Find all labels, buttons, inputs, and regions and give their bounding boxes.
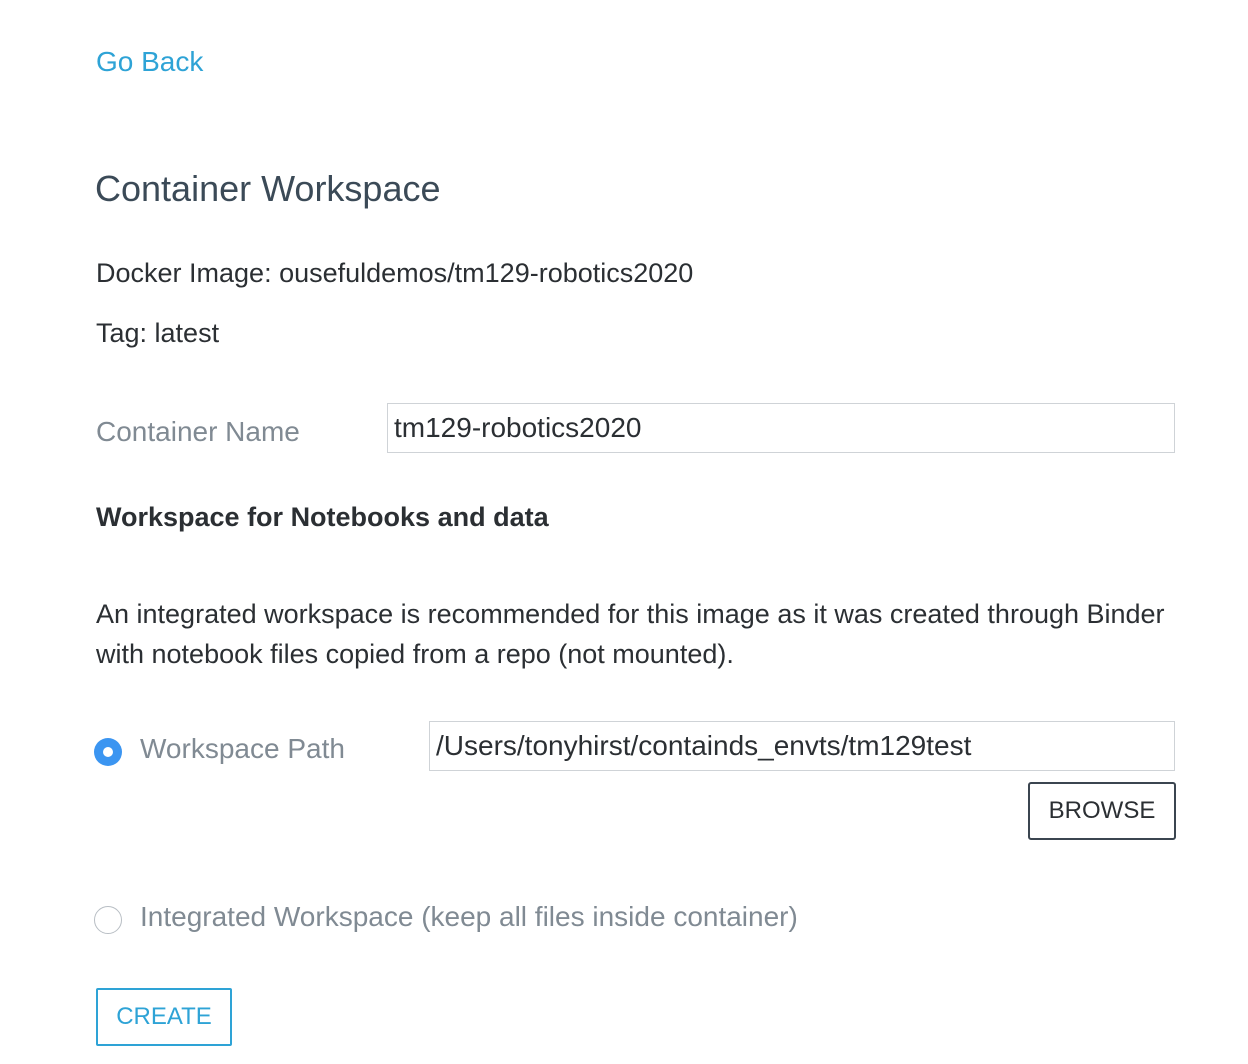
page-title: Container Workspace xyxy=(95,168,441,209)
workspace-path-input[interactable] xyxy=(429,721,1175,771)
container-name-label: Container Name xyxy=(96,416,300,447)
browse-button[interactable]: BROWSE xyxy=(1028,782,1176,840)
docker-image-info: Docker Image: ousefuldemos/tm129-robotic… xyxy=(96,258,694,288)
integrated-workspace-label: Integrated Workspace (keep all files ins… xyxy=(140,901,798,932)
tag-info: Tag: latest xyxy=(96,318,220,348)
workspace-description: An integrated workspace is recommended f… xyxy=(96,599,1165,669)
go-back-link[interactable]: Go Back xyxy=(96,46,203,78)
container-workspace-page: Go Back Container Workspace Docker Image… xyxy=(0,0,1248,1064)
integrated-workspace-radio[interactable] xyxy=(94,906,122,934)
workspace-section-heading: Workspace for Notebooks and data xyxy=(96,502,549,532)
workspace-path-radio[interactable] xyxy=(94,738,122,766)
container-name-input[interactable] xyxy=(387,403,1175,453)
workspace-path-label: Workspace Path xyxy=(140,733,345,764)
create-button[interactable]: CREATE xyxy=(96,988,232,1046)
